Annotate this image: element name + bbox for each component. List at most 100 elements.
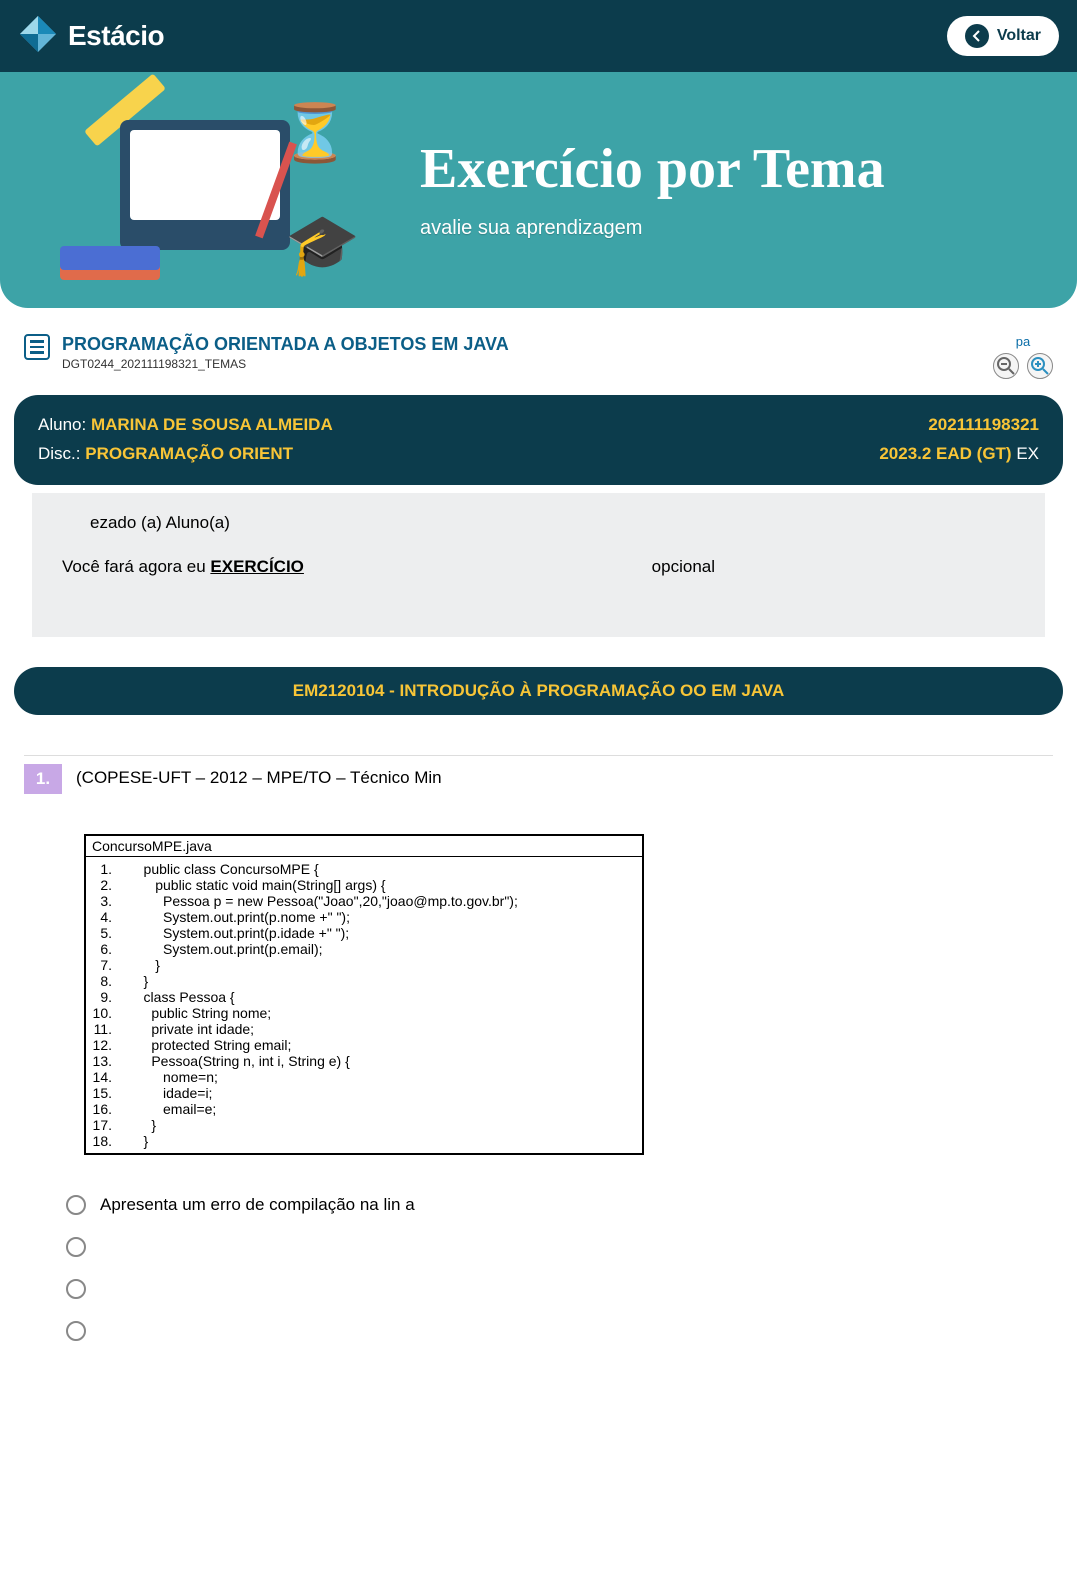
zoom-in-icon bbox=[1030, 356, 1050, 376]
code-line-text: public class ConcursoMPE { bbox=[128, 861, 319, 877]
course-title: PROGRAMAÇÃO ORIENTADA A OBJETOS EM JAVA bbox=[62, 334, 509, 355]
student-bar: Aluno: MARINA DE SOUSA ALMEIDA Disc.: PR… bbox=[14, 395, 1063, 485]
zoom-controls: pa bbox=[993, 334, 1053, 379]
code-line: 12. protected String email; bbox=[92, 1037, 636, 1053]
code-line-number: 11. bbox=[92, 1021, 128, 1037]
option-radio[interactable] bbox=[66, 1279, 86, 1299]
info-line-2-right: opcional bbox=[652, 557, 715, 577]
option-radio[interactable] bbox=[66, 1237, 86, 1257]
page-title: Exercício por Tema bbox=[420, 140, 885, 199]
code-line: 14. nome=n; bbox=[92, 1069, 636, 1085]
question-number: 1. bbox=[24, 764, 62, 794]
code-line-number: 15. bbox=[92, 1085, 128, 1101]
code-line-text: System.out.print(p.email); bbox=[128, 941, 323, 957]
info-block: ezado (a) Aluno(a) Você fará agora eu EX… bbox=[32, 493, 1045, 637]
topic-pill: EM2120104 - INTRODUÇÃO À PROGRAMAÇÃO OO … bbox=[14, 667, 1063, 715]
matricula: 202111198321 bbox=[879, 411, 1039, 440]
code-line-number: 4. bbox=[92, 909, 128, 925]
brand-text: Estácio bbox=[68, 20, 164, 52]
info-line-2-left: Você fará agora eu EXERCÍCIO bbox=[62, 557, 304, 577]
code-line-text: Pessoa(String n, int i, String e) { bbox=[128, 1053, 350, 1069]
back-button-label: Voltar bbox=[997, 27, 1041, 45]
code-line-text: class Pessoa { bbox=[128, 989, 235, 1005]
zoom-in-button[interactable] bbox=[1027, 353, 1053, 379]
logo-icon bbox=[18, 14, 58, 59]
code-line-text: System.out.print(p.nome +" "); bbox=[128, 909, 350, 925]
exercicio-word: EXERCÍCIO bbox=[210, 557, 304, 576]
option-row bbox=[66, 1279, 1053, 1299]
page-subtitle: avalie sua aprendizagem bbox=[420, 217, 885, 240]
code-line: 10. public String nome; bbox=[92, 1005, 636, 1021]
aluno-label: Aluno: bbox=[38, 415, 91, 434]
question-block: 1. (COPESE-UFT – 2012 – MPE/TO – Técnico… bbox=[14, 755, 1063, 1341]
code-line-number: 12. bbox=[92, 1037, 128, 1053]
banner-titles: Exercício por Tema avalie sua aprendizag… bbox=[420, 140, 885, 240]
code-line-text: private int idade; bbox=[128, 1021, 254, 1037]
course-code: DGT0244_202111198321_TEMAS bbox=[62, 357, 509, 371]
code-line: 4. System.out.print(p.nome +" "); bbox=[92, 909, 636, 925]
chevron-left-icon bbox=[965, 24, 989, 48]
disc-label: Disc.: bbox=[38, 444, 85, 463]
code-line-text: nome=n; bbox=[128, 1069, 218, 1085]
code-line-number: 14. bbox=[92, 1069, 128, 1085]
code-line: 13. Pessoa(String n, int i, String e) { bbox=[92, 1053, 636, 1069]
code-line: 16. email=e; bbox=[92, 1101, 636, 1117]
code-line-number: 7. bbox=[92, 957, 128, 973]
zoom-out-icon bbox=[996, 356, 1016, 376]
code-line-number: 10. bbox=[92, 1005, 128, 1021]
code-line: 5. System.out.print(p.idade +" "); bbox=[92, 925, 636, 941]
question-stem: (COPESE-UFT – 2012 – MPE/TO – Técnico Mi… bbox=[76, 764, 442, 788]
code-line-text: System.out.print(p.idade +" "); bbox=[128, 925, 349, 941]
list-icon bbox=[24, 334, 50, 360]
code-line-text: email=e; bbox=[128, 1101, 216, 1117]
code-line-number: 16. bbox=[92, 1101, 128, 1117]
code-filename: ConcursoMPE.java bbox=[86, 836, 642, 857]
code-line-text: } bbox=[128, 1133, 148, 1149]
disc-value: PROGRAMAÇÃO ORIENT bbox=[85, 444, 293, 463]
option-radio[interactable] bbox=[66, 1321, 86, 1341]
code-line: 8. } bbox=[92, 973, 636, 989]
code-line-text: idade=i; bbox=[128, 1085, 212, 1101]
code-line: 17. } bbox=[92, 1117, 636, 1133]
code-line-number: 1. bbox=[92, 861, 128, 877]
zoom-out-button[interactable] bbox=[993, 353, 1019, 379]
code-line-text: } bbox=[128, 973, 148, 989]
banner-illustration: 🎓 bbox=[30, 90, 390, 290]
info-line-1: ezado (a) Aluno(a) bbox=[62, 513, 1015, 533]
code-line: 1. public class ConcursoMPE { bbox=[92, 861, 636, 877]
code-line-number: 18. bbox=[92, 1133, 128, 1149]
code-line-text: } bbox=[128, 957, 160, 973]
code-box: ConcursoMPE.java 1. public class Concurs… bbox=[84, 834, 644, 1155]
code-line: 9. class Pessoa { bbox=[92, 989, 636, 1005]
code-line-number: 6. bbox=[92, 941, 128, 957]
options-list: Apresenta um erro de compilação na lin a bbox=[66, 1195, 1053, 1341]
banner: 🎓 Exercício por Tema avalie sua aprendiz… bbox=[0, 72, 1077, 308]
option-radio[interactable] bbox=[66, 1195, 86, 1215]
question-header: 1. (COPESE-UFT – 2012 – MPE/TO – Técnico… bbox=[24, 755, 1053, 794]
code-line: 18. } bbox=[92, 1133, 636, 1149]
aluno-value: MARINA DE SOUSA ALMEIDA bbox=[91, 415, 333, 434]
course-header: PROGRAMAÇÃO ORIENTADA A OBJETOS EM JAVA … bbox=[14, 322, 1063, 395]
code-line-number: 9. bbox=[92, 989, 128, 1005]
top-bar: Estácio Voltar bbox=[0, 0, 1077, 72]
code-line: 15. idade=i; bbox=[92, 1085, 636, 1101]
back-button[interactable]: Voltar bbox=[947, 16, 1059, 56]
code-line: 3. Pessoa p = new Pessoa("Joao",20,"joao… bbox=[92, 893, 636, 909]
code-line-number: 13. bbox=[92, 1053, 128, 1069]
code-line-number: 2. bbox=[92, 877, 128, 893]
code-line-text: Pessoa p = new Pessoa("Joao",20,"joao@mp… bbox=[128, 893, 518, 909]
code-line-text: protected String email; bbox=[128, 1037, 291, 1053]
code-line-number: 5. bbox=[92, 925, 128, 941]
zoom-label: pa bbox=[993, 334, 1053, 349]
turma-suffix: EX bbox=[1012, 444, 1039, 463]
code-line-text: public static void main(String[] args) { bbox=[128, 877, 386, 893]
brand: Estácio bbox=[18, 14, 164, 59]
code-line-text: } bbox=[128, 1117, 156, 1133]
option-row bbox=[66, 1321, 1053, 1341]
code-line-number: 17. bbox=[92, 1117, 128, 1133]
code-line: 6. System.out.print(p.email); bbox=[92, 941, 636, 957]
option-row: Apresenta um erro de compilação na lin a bbox=[66, 1195, 1053, 1215]
turma: 2023.2 EAD (GT) bbox=[879, 444, 1011, 463]
option-text: Apresenta um erro de compilação na lin a bbox=[100, 1195, 415, 1215]
code-line: 7. } bbox=[92, 957, 636, 973]
